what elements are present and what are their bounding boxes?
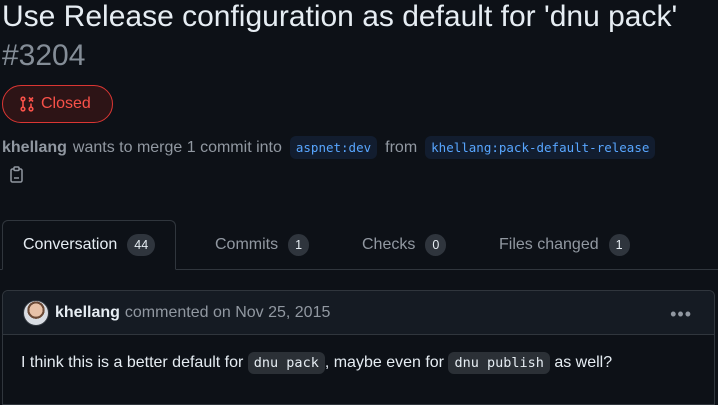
tab-counter: 1 [608, 233, 630, 256]
pr-number: #3204 [2, 39, 86, 72]
tab-label: Files changed [499, 235, 599, 253]
inline-code: dnu publish [448, 352, 550, 374]
pull-request-closed-icon [19, 96, 35, 112]
comment-text: as well? [554, 354, 613, 371]
comment-author[interactable]: khellang [55, 304, 120, 322]
merge-text: wants to merge 1 commit into [72, 138, 282, 156]
inline-code: dnu pack [247, 352, 325, 374]
state-badge: Closed [2, 85, 113, 123]
tab-commits[interactable]: Commits 1 [215, 220, 310, 269]
comment: khellang commented on Nov 25, 2015 ••• I… [2, 290, 715, 405]
tab-label: Commits [215, 235, 279, 253]
pr-tabs: Conversation 44 Commits 1 Checks 0 Files… [0, 220, 718, 270]
state-label: Closed [41, 95, 91, 112]
comment-timestamp[interactable]: commented on Nov 25, 2015 [125, 304, 330, 322]
tab-label: Checks [362, 235, 416, 253]
tab-checks[interactable]: Checks 0 [362, 220, 447, 269]
comment-body: I think this is a better default for dnu… [3, 335, 714, 391]
tab-conversation[interactable]: Conversation 44 [2, 220, 177, 270]
tab-counter: 1 [288, 233, 310, 256]
comment-header: khellang commented on Nov 25, 2015 ••• [3, 291, 714, 335]
head-branch[interactable]: khellang:pack-default-release [425, 136, 656, 159]
pr-title: Use Release configuration as default for… [2, 0, 678, 33]
tab-files-changed[interactable]: Files changed 1 [499, 220, 630, 269]
from-text: from [385, 138, 418, 156]
comment-text: I think this is a better default for [21, 354, 244, 371]
avatar[interactable] [23, 299, 49, 326]
base-branch[interactable]: aspnet:dev [289, 136, 378, 159]
pr-meta: khellang wants to merge 1 commit into as… [2, 136, 718, 159]
more-options-icon[interactable]: ••• [670, 304, 692, 325]
tab-label: Conversation [23, 236, 118, 253]
comment-text: , maybe even for [324, 354, 444, 371]
tab-counter: 44 [127, 234, 156, 256]
tab-counter: 0 [425, 233, 447, 256]
author-link[interactable]: khellang [2, 139, 67, 157]
copy-icon[interactable] [9, 166, 25, 189]
